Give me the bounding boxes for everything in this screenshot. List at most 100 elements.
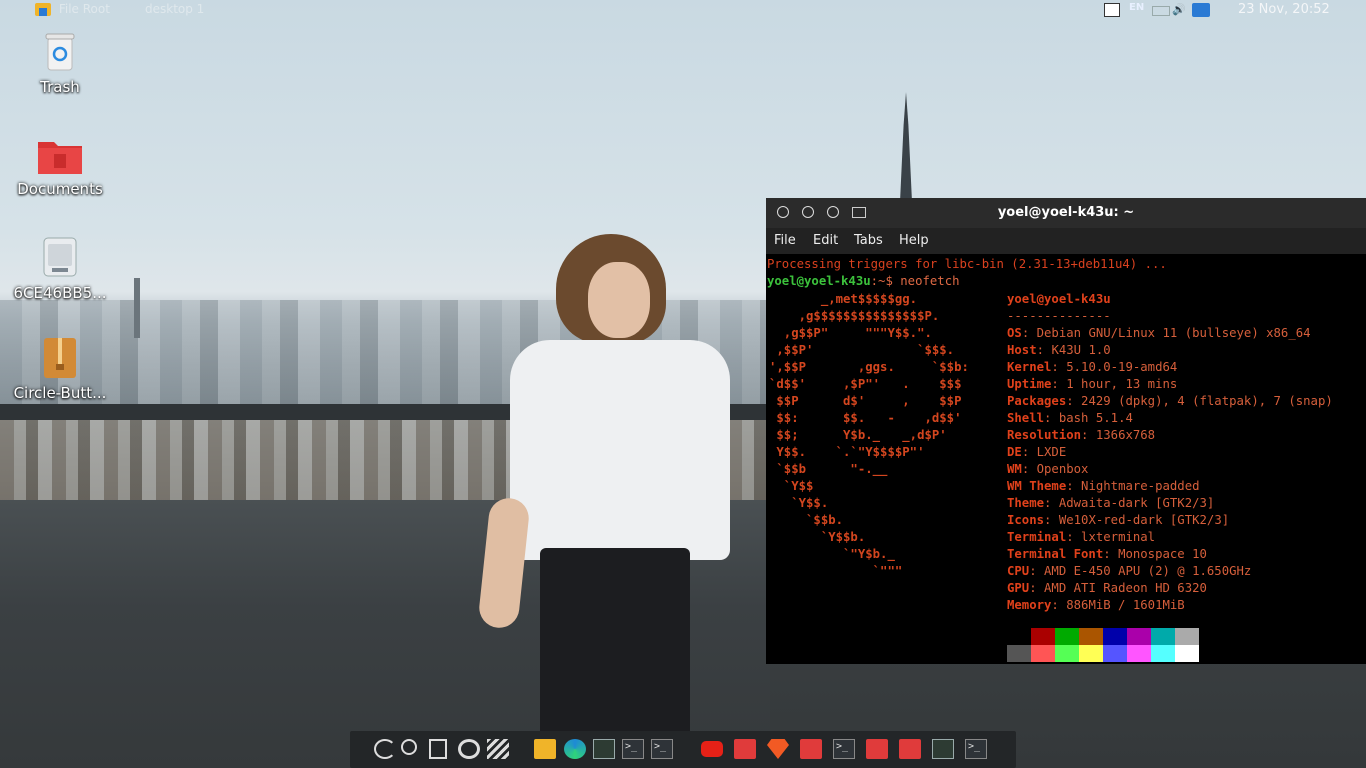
neofetch-separator: --------------: [1007, 309, 1111, 323]
task-view-icon[interactable]: [429, 739, 447, 759]
folder-icon[interactable]: [734, 739, 756, 759]
battery-icon[interactable]: [1152, 6, 1170, 16]
terminal-menubar: File Edit Tabs Help: [766, 228, 1366, 254]
neofetch-row: Icons: We10X-red-dark [GTK2/3]: [1007, 513, 1230, 527]
neofetch-key: Terminal: [1007, 530, 1067, 544]
color-swatch: [1031, 645, 1055, 662]
color-swatch: [1079, 628, 1103, 645]
wallpaper-person-shirt: [510, 340, 730, 560]
neofetch-row: Packages: 2429 (dpkg), 4 (flatpak), 7 (s…: [1007, 394, 1333, 408]
neofetch-value: 1 hour, 13 mins: [1066, 377, 1178, 391]
neofetch-key: Uptime: [1007, 377, 1052, 391]
neofetch-key: Host: [1007, 343, 1037, 357]
neofetch-key: Memory: [1007, 598, 1052, 612]
prompt-user: yoel@yoel-k43u: [767, 274, 871, 288]
wallpaper-chimney: [134, 278, 140, 338]
neofetch-key: CPU: [1007, 564, 1030, 578]
neofetch-value: Nightmare-padded: [1081, 479, 1200, 493]
menu-edit[interactable]: Edit: [813, 233, 838, 248]
neofetch-key: WM Theme: [1007, 479, 1067, 493]
network-icon[interactable]: [1192, 3, 1210, 17]
neofetch-value: 886MiB / 1601MiB: [1066, 598, 1185, 612]
youtube-icon[interactable]: [701, 741, 723, 757]
clapper-icon[interactable]: [487, 739, 509, 759]
folder-icon[interactable]: [866, 739, 888, 759]
keyboard-layout-indicator[interactable]: EN: [1129, 2, 1144, 13]
brave-icon[interactable]: [767, 739, 789, 759]
color-swatch: [1055, 645, 1079, 662]
file-root-launcher[interactable]: File Root: [35, 2, 110, 16]
archive-icon: [40, 336, 80, 380]
system-monitor-icon[interactable]: [932, 739, 954, 759]
neofetch-value: LXDE: [1036, 445, 1067, 459]
wallpaper-person: [477, 228, 740, 768]
search-icon[interactable]: [401, 739, 417, 755]
neofetch-value: K43U 1.0: [1051, 343, 1111, 357]
menu-file[interactable]: File: [774, 233, 796, 248]
debian-logo-icon[interactable]: [374, 739, 396, 759]
color-swatch: [1079, 645, 1103, 662]
color-swatch: [1127, 628, 1151, 645]
color-swatch: [1151, 628, 1175, 645]
edge-icon[interactable]: [564, 739, 586, 759]
menu-help[interactable]: Help: [899, 233, 929, 248]
output-line: Processing triggers for libc-bin (2.31-1…: [767, 257, 1167, 271]
neofetch-key: Shell: [1007, 411, 1045, 425]
neofetch-value: AMD E-450 APU (2) @ 1.650GHz: [1044, 564, 1252, 578]
folder-icon: [36, 136, 84, 176]
file-manager-icon[interactable]: [534, 739, 556, 759]
drive-icon: [40, 236, 80, 280]
prompt-command: :~$ neofetch: [870, 274, 960, 288]
desktop-switcher[interactable]: desktop 1: [145, 2, 204, 16]
notes-icon[interactable]: [1104, 3, 1120, 17]
neofetch-row: Kernel: 5.10.0-19-amd64: [1007, 360, 1178, 374]
color-swatch: [1175, 628, 1199, 645]
desktop-icon-trash[interactable]: Trash: [10, 30, 110, 96]
menu-tabs[interactable]: Tabs: [854, 233, 883, 248]
neofetch-row: Terminal: lxterminal: [1007, 530, 1156, 544]
terminal-output[interactable]: Processing triggers for libc-bin (2.31-1…: [766, 254, 1366, 664]
neofetch-row: WM Theme: Nightmare-padded: [1007, 479, 1200, 493]
neofetch-row: GPU: AMD ATI Radeon HD 6320: [1007, 581, 1207, 595]
neofetch-row: Resolution: 1366x768: [1007, 428, 1156, 442]
file-manager-icon: [35, 3, 51, 16]
folder-icon[interactable]: [800, 739, 822, 759]
neofetch-row: WM: Openbox: [1007, 462, 1089, 476]
neofetch-value: 5.10.0-19-amd64: [1066, 360, 1178, 374]
terminal-window[interactable]: yoel@yoel-k43u: ~ File Edit Tabs Help Pr…: [766, 198, 1366, 664]
desktop-icon-label: 6CE46BB5...: [13, 284, 107, 302]
terminal-icon[interactable]: [622, 739, 644, 759]
terminal-titlebar[interactable]: yoel@yoel-k43u: ~: [766, 198, 1366, 228]
wallpaper-person-face: [588, 262, 650, 338]
desktop-icon-documents[interactable]: Documents: [10, 136, 110, 198]
desktop-icon-label: Circle-Butt...: [13, 384, 107, 402]
neofetch-row: Memory: 886MiB / 1601MiB: [1007, 598, 1185, 612]
neofetch-row: OS: Debian GNU/Linux 11 (bullseye) x86_6…: [1007, 326, 1311, 340]
debian-ascii-logo: _,met$$$$$gg. ,g$$$$$$$$$$$$$$$P. ,g$$P"…: [769, 292, 969, 578]
neofetch-value: Openbox: [1036, 462, 1089, 476]
color-swatch: [1103, 628, 1127, 645]
terminal-icon[interactable]: [965, 739, 987, 759]
volume-icon[interactable]: 🔊: [1172, 3, 1188, 17]
neofetch-key: Terminal Font: [1007, 547, 1104, 561]
neofetch-key: Resolution: [1007, 428, 1082, 442]
neofetch-key: GPU: [1007, 581, 1030, 595]
terminal-icon[interactable]: [833, 739, 855, 759]
color-swatch: [1151, 645, 1175, 662]
wallpaper-eiffel-tower: [900, 92, 912, 202]
trash-icon: [40, 30, 80, 74]
desktop-icon-drive[interactable]: 6CE46BB5...: [10, 236, 110, 302]
color-swatch: [1007, 628, 1031, 645]
system-monitor-icon[interactable]: [593, 739, 615, 759]
folder-icon[interactable]: [899, 739, 921, 759]
neofetch-value: Debian GNU/Linux 11 (bullseye) x86_64: [1036, 326, 1311, 340]
terminal-icon[interactable]: [651, 739, 673, 759]
neofetch-user: yoel@yoel-k43u: [1007, 292, 1111, 306]
color-swatch: [1031, 628, 1055, 645]
neofetch-row: Uptime: 1 hour, 13 mins: [1007, 377, 1178, 391]
media-icon[interactable]: [458, 739, 480, 759]
neofetch-key: Packages: [1007, 394, 1067, 408]
desktop-icon-archive[interactable]: Circle-Butt...: [10, 336, 110, 402]
clock[interactable]: 23 Nov, 20:52: [1238, 2, 1330, 17]
terminal-title: yoel@yoel-k43u: ~: [997, 205, 1135, 220]
